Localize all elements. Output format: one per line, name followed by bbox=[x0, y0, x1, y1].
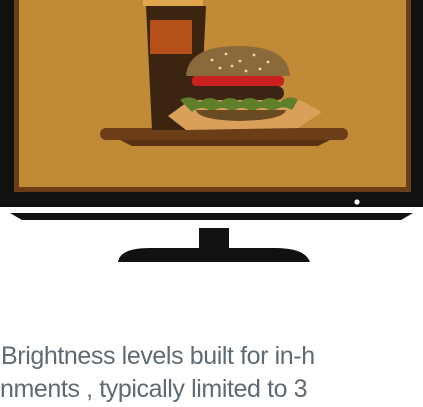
tv-stand-icon bbox=[118, 228, 310, 262]
tray-icon bbox=[100, 128, 348, 146]
tv-bottom-bar bbox=[0, 192, 423, 207]
caption-line-2: nments , typically limited to 3 bbox=[0, 375, 308, 403]
caption-line-1: Brightness levels built for in-h bbox=[1, 342, 315, 370]
brightness-caption: Brightness levels built for in-h nments … bbox=[0, 340, 423, 407]
tv-bottom-edge bbox=[10, 213, 413, 220]
feature-panel: Brightness levels built for in-h nments … bbox=[0, 0, 423, 407]
tv-showing-burger-and-drink-icon bbox=[0, 0, 423, 262]
power-indicator-icon bbox=[354, 199, 360, 205]
